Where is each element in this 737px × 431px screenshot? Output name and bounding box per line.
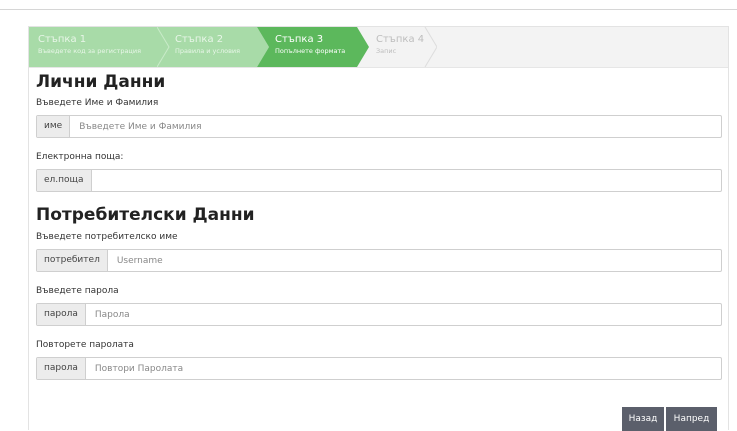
step-2-title: Стъпка 2 (175, 34, 224, 45)
username-addon: потребител (37, 250, 108, 271)
step-1-description: Въведете код за регистрация (38, 47, 141, 55)
email-addon: ел.поща (37, 170, 92, 191)
password-input[interactable] (85, 304, 721, 325)
password-input-group: парола (36, 303, 722, 326)
wizard-steps: Стъпка 1 Въведете код за регистрация Стъ… (29, 27, 728, 68)
username-label: Въведете потребителско име (36, 232, 178, 242)
top-divider (0, 9, 737, 10)
step-4-description: Запис (376, 47, 397, 55)
username-input-group: потребител (36, 249, 722, 272)
step-1-title: Стъпка 1 (38, 34, 87, 45)
wizard-step-2[interactable]: Стъпка 2 Правила и условия (157, 27, 269, 67)
step-4-title: Стъпка 4 (376, 34, 425, 45)
personal-data-heading: Лични Данни (36, 72, 166, 92)
wizard-step-3[interactable]: Стъпка 3 Попълнете формата (257, 27, 369, 67)
name-addon: име (37, 116, 71, 137)
account-data-heading: Потребителски Данни (36, 205, 255, 225)
step-2-description: Правила и условия (175, 47, 241, 55)
wizard-step-4[interactable]: Стъпка 4 Запис (357, 27, 437, 67)
name-input-group: име (36, 115, 722, 138)
step-3-title: Стъпка 3 (275, 34, 324, 45)
password-repeat-input-group: парола (36, 357, 722, 380)
password-repeat-input[interactable] (85, 358, 721, 379)
password-addon: парола (37, 304, 86, 325)
email-input[interactable] (91, 170, 721, 191)
next-button[interactable]: Напред (666, 407, 717, 431)
back-button[interactable]: Назад (622, 407, 664, 431)
password-repeat-label: Повторете паролата (36, 340, 134, 350)
email-label: Електронна поща: (36, 152, 124, 162)
password-label: Въведете парола (36, 286, 119, 296)
name-label: Въведете Име и Фамилия (36, 98, 159, 108)
wizard-step-1[interactable]: Стъпка 1 Въведете код за регистрация (29, 27, 169, 67)
email-input-group: ел.поща (36, 169, 722, 192)
password-repeat-addon: парола (37, 358, 86, 379)
step-3-description: Попълнете формата (275, 47, 346, 55)
full-name-input[interactable] (70, 116, 721, 137)
username-input[interactable] (107, 250, 721, 271)
registration-panel: Стъпка 1 Въведете код за регистрация Стъ… (28, 26, 729, 431)
